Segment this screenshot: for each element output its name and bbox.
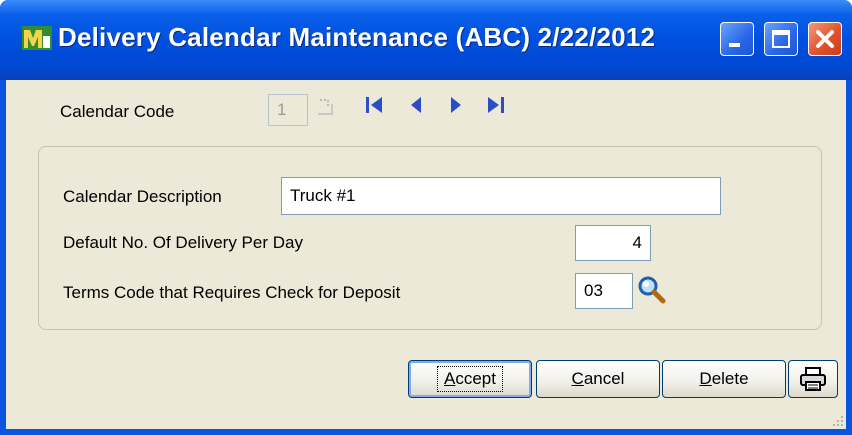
maximize-button[interactable]: [764, 22, 798, 56]
accept-mnemonic: A: [444, 369, 456, 388]
accept-button-label: Accept: [437, 366, 503, 392]
cancel-mnemonic: C: [571, 369, 584, 388]
details-group: Calendar Description Truck #1 Default No…: [38, 146, 822, 330]
accept-label-rest: ccept: [455, 369, 496, 388]
delete-label-rest: elete: [711, 369, 749, 388]
resize-grip[interactable]: [830, 413, 844, 427]
terms-code-label: Terms Code that Requires Check for Depos…: [63, 283, 401, 302]
next-record-icon[interactable]: [446, 94, 466, 116]
lookup-disabled-icon[interactable]: [314, 96, 338, 122]
search-icon[interactable]: [637, 275, 667, 305]
last-record-icon[interactable]: [486, 94, 506, 116]
delete-button[interactable]: Delete: [662, 360, 786, 398]
accept-button[interactable]: Accept: [408, 360, 532, 398]
cancel-button[interactable]: Cancel: [536, 360, 660, 398]
title-bar[interactable]: Delivery Calendar Maintenance (ABC) 2/22…: [0, 0, 852, 80]
app-icon: [22, 26, 52, 50]
minimize-icon: [729, 43, 740, 47]
default-deliveries-field[interactable]: 4: [575, 225, 651, 261]
maximize-icon: [772, 30, 790, 48]
cancel-label-rest: ancel: [583, 369, 625, 388]
first-record-icon[interactable]: [364, 94, 384, 116]
calendar-code-field[interactable]: 1: [268, 94, 308, 126]
close-button[interactable]: [808, 22, 842, 56]
delete-mnemonic: D: [699, 369, 712, 388]
calendar-description-label: Calendar Description: [63, 187, 222, 206]
dialog-body: Calendar Code 1 Calendar Description Tru…: [6, 80, 846, 429]
terms-code-field[interactable]: 03: [575, 273, 633, 309]
print-button[interactable]: [788, 360, 838, 398]
calendar-description-field[interactable]: Truck #1: [281, 177, 721, 215]
minimize-button[interactable]: [720, 22, 754, 56]
default-deliveries-label: Default No. Of Delivery Per Day: [63, 233, 303, 252]
calendar-code-label: Calendar Code: [60, 102, 175, 121]
previous-record-icon[interactable]: [406, 94, 426, 116]
window-title: Delivery Calendar Maintenance (ABC) 2/22…: [58, 22, 656, 52]
printer-icon: [800, 367, 826, 391]
close-icon: [816, 30, 834, 48]
dialog-window: Delivery Calendar Maintenance (ABC) 2/22…: [0, 0, 852, 435]
